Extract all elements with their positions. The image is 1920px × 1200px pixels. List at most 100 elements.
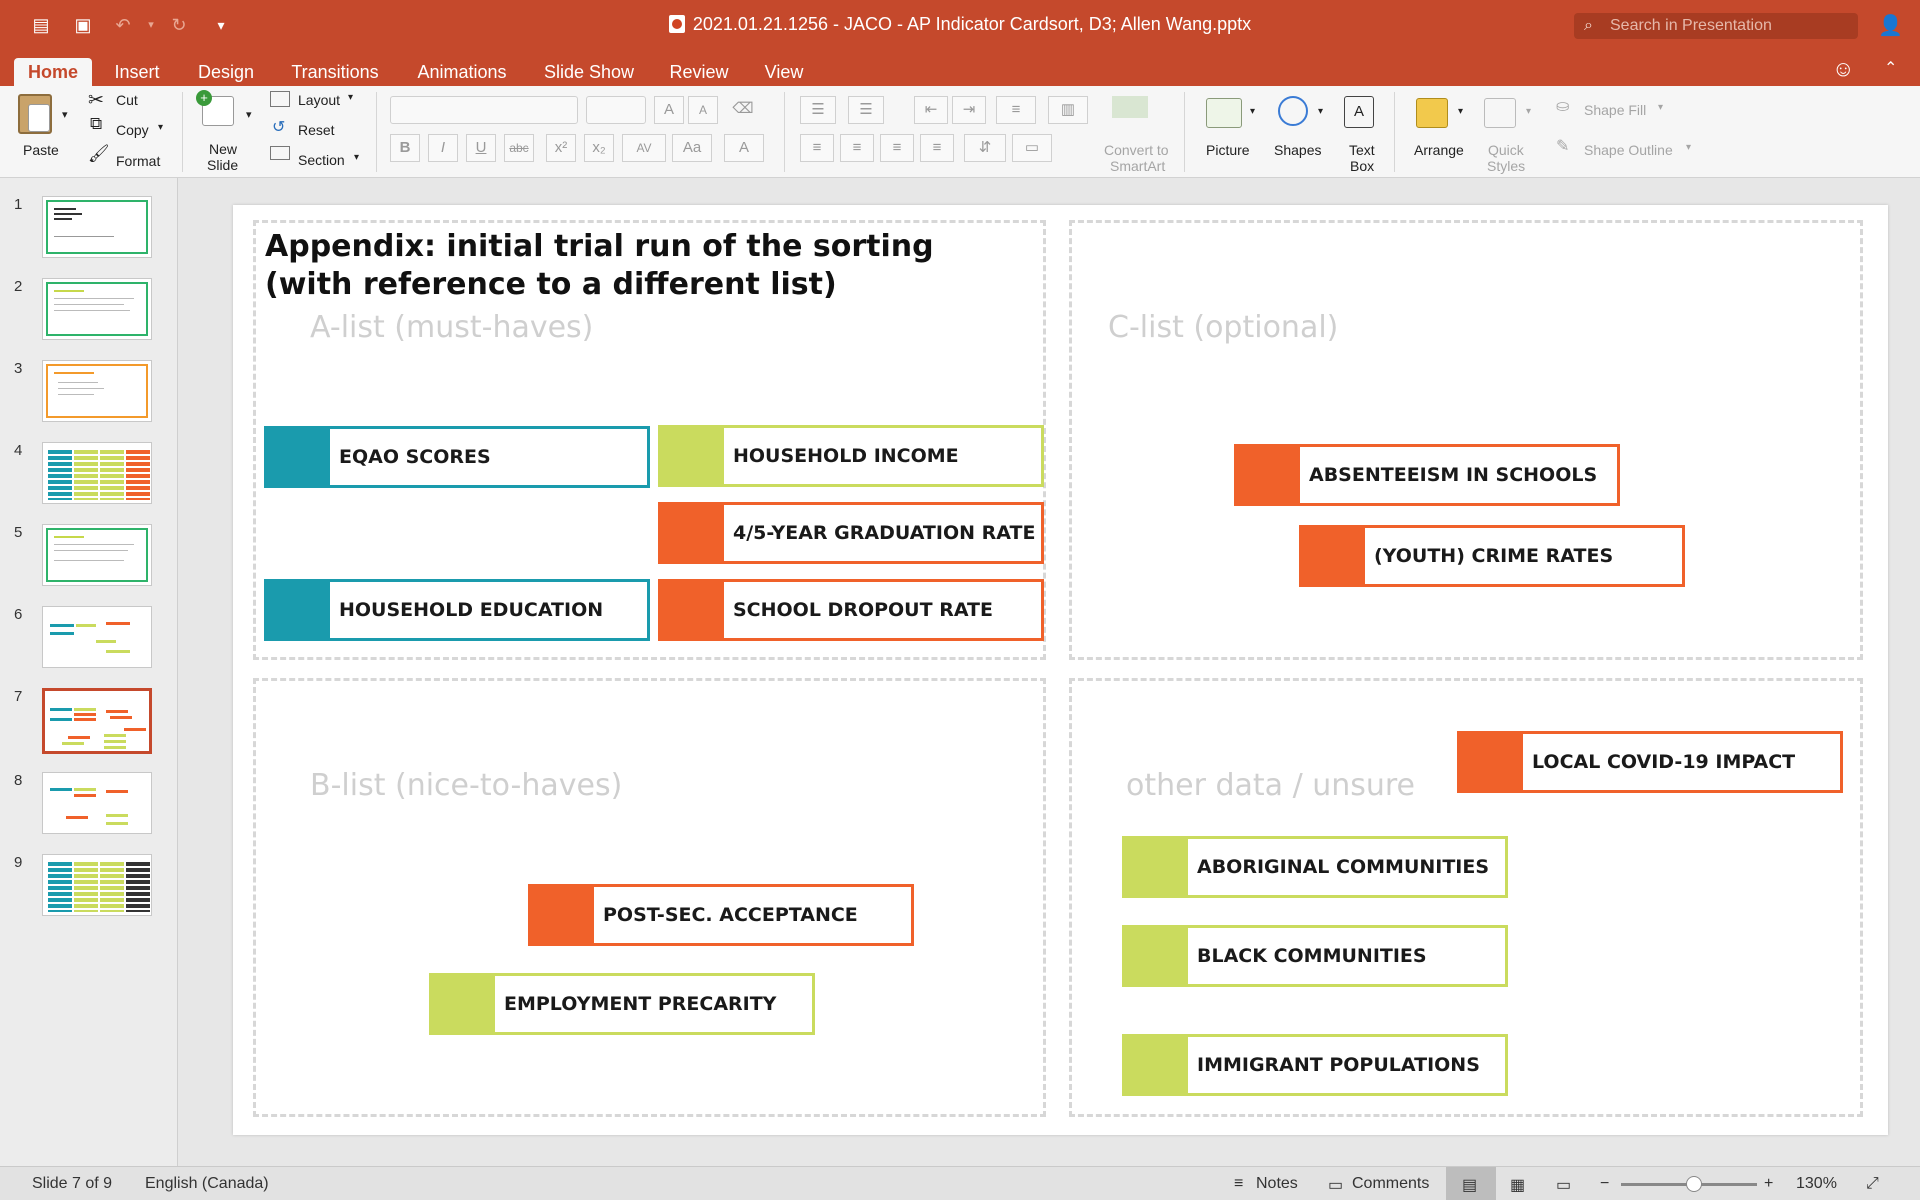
quadrant-label-other[interactable]: other data / unsure [1126,768,1415,803]
zoom-slider-handle[interactable] [1686,1176,1702,1192]
comments-button[interactable]: Comments [1352,1175,1429,1193]
copy-button[interactable]: Copy [116,122,149,138]
shape-fill-dropdown-icon[interactable]: ▾ [1658,102,1663,113]
quick-styles-label[interactable]: Quick [1488,142,1524,158]
slide-thumbnail-6[interactable] [42,606,152,668]
numbering-icon[interactable]: ☰ [848,96,884,124]
tab-insert[interactable]: Insert [102,58,172,86]
shapes-dropdown-icon[interactable]: ▾ [1318,106,1323,117]
text-box-icon[interactable]: A [1344,96,1374,128]
language-indicator[interactable]: English (Canada) [145,1175,269,1193]
strikethrough-icon[interactable]: abc [504,134,534,162]
tab-home[interactable]: Home [14,58,92,86]
shapes-button[interactable]: Shapes [1274,142,1321,158]
slide-thumbnail-3[interactable] [42,360,152,422]
quadrant-c-list[interactable] [1069,220,1863,660]
layout-dropdown-icon[interactable]: ▾ [348,92,353,103]
save-icon[interactable]: ▣ [72,14,94,36]
subscript-icon[interactable]: x₂ [584,134,614,162]
quick-styles-dropdown-icon[interactable]: ▾ [1526,106,1531,117]
picture-dropdown-icon[interactable]: ▾ [1250,106,1255,117]
clear-format-icon[interactable]: ⌫ [728,96,758,124]
slide-thumbnail-2[interactable] [42,278,152,340]
new-slide-dropdown-icon[interactable]: ▾ [246,108,252,121]
picture-icon[interactable] [1206,98,1242,128]
shrink-font-icon[interactable]: A [688,96,718,124]
font-name-box[interactable] [390,96,578,124]
tab-slide-show[interactable]: Slide Show [534,58,644,86]
font-size-box[interactable] [586,96,646,124]
decrease-indent-icon[interactable]: ⇤ [914,96,948,124]
zoom-out-icon[interactable]: − [1600,1175,1609,1193]
card-household-income[interactable]: HOUSEHOLD INCOME [658,425,1044,487]
quadrant-label-c[interactable]: C-list (optional) [1108,310,1338,345]
character-spacing-icon[interactable]: AV [622,134,666,162]
text-box-label[interactable]: Text [1349,142,1375,158]
slide-title[interactable]: Appendix: initial trial run of the sorti… [265,228,1025,304]
customize-toolbar-icon[interactable]: ▾ [210,14,232,36]
quadrant-label-b[interactable]: B-list (nice-to-haves) [310,768,622,803]
slide-thumbnail-7[interactable] [42,688,152,754]
collapse-ribbon-icon[interactable]: ⌃ [1884,58,1897,78]
notes-button[interactable]: Notes [1256,1175,1298,1193]
slide-thumbnail-4[interactable] [42,442,152,504]
search-input[interactable]: ⌕ Search in Presentation [1574,13,1858,39]
cut-button[interactable]: Cut [116,92,138,108]
text-direction-icon[interactable]: ⇵ [964,134,1006,162]
section-dropdown-icon[interactable]: ▾ [354,152,359,163]
undo-icon[interactable]: ↶ [112,14,134,36]
share-icon[interactable]: 👤 [1878,13,1903,38]
convert-smartart-label-2[interactable]: SmartArt [1110,158,1165,174]
align-left-icon[interactable]: ≡ [800,134,834,162]
card-eqao-scores[interactable]: EQAO SCORES [264,426,650,488]
columns-icon[interactable]: ▥ [1048,96,1088,124]
sidebar-toggle-icon[interactable]: ▤ [30,14,52,36]
text-box-label-2[interactable]: Box [1350,158,1374,174]
arrange-button[interactable]: Arrange [1414,142,1464,158]
card-black-communities[interactable]: BLACK COMMUNITIES [1122,925,1508,987]
card-post-sec-acceptance[interactable]: POST-SEC. ACCEPTANCE [528,884,914,946]
tab-review[interactable]: Review [658,58,740,86]
picture-button[interactable]: Picture [1206,142,1250,158]
align-center-icon[interactable]: ≡ [840,134,874,162]
tab-view[interactable]: View [754,58,814,86]
new-slide-label[interactable]: New [209,141,237,157]
underline-icon[interactable]: U [466,134,496,162]
card-household-education[interactable]: HOUSEHOLD EDUCATION [264,579,650,641]
shapes-icon[interactable] [1278,96,1308,126]
card-local-covid-impact[interactable]: LOCAL COVID-19 IMPACT [1457,731,1843,793]
align-right-icon[interactable]: ≡ [880,134,914,162]
tab-design[interactable]: Design [188,58,264,86]
grow-font-icon[interactable]: A [654,96,684,124]
reading-view-icon[interactable]: ▭ [1556,1175,1571,1195]
section-button[interactable]: Section [298,152,345,168]
increase-indent-icon[interactable]: ⇥ [952,96,986,124]
italic-icon[interactable]: I [428,134,458,162]
feedback-smiley-icon[interactable]: ☺ [1832,56,1854,82]
new-slide-label-2[interactable]: Slide [207,157,238,173]
tab-animations[interactable]: Animations [404,58,520,86]
shape-fill-button[interactable]: Shape Fill [1584,102,1646,118]
card-aboriginal-communities[interactable]: ABORIGINAL COMMUNITIES [1122,836,1508,898]
convert-smartart-label[interactable]: Convert to [1104,142,1169,158]
slide-thumbnail-5[interactable] [42,524,152,586]
bullets-icon[interactable]: ☰ [800,96,836,124]
bold-icon[interactable]: B [390,134,420,162]
shape-outline-dropdown-icon[interactable]: ▾ [1686,142,1691,153]
quick-styles-label-2[interactable]: Styles [1487,158,1525,174]
card-employment-precarity[interactable]: EMPLOYMENT PRECARITY [429,973,815,1035]
zoom-level[interactable]: 130% [1796,1175,1837,1193]
paste-dropdown-icon[interactable]: ▾ [62,108,68,121]
reset-button[interactable]: Reset [298,122,335,138]
slide-thumbnail-1[interactable] [42,196,152,258]
paste-button[interactable]: Paste [23,142,59,158]
arrange-icon[interactable] [1416,98,1448,128]
layout-button[interactable]: Layout [298,92,340,108]
change-case-icon[interactable]: Aa [672,134,712,162]
card-graduation-rate[interactable]: 4/5-YEAR GRADUATION RATE [658,502,1044,564]
slide-sorter-icon[interactable]: ▦ [1510,1175,1525,1195]
quadrant-label-a[interactable]: A-list (must-haves) [310,310,593,345]
slide-thumbnail-9[interactable] [42,854,152,916]
fit-to-window-icon[interactable]: ⤢ [1866,1175,1879,1193]
tab-transitions[interactable]: Transitions [280,58,390,86]
